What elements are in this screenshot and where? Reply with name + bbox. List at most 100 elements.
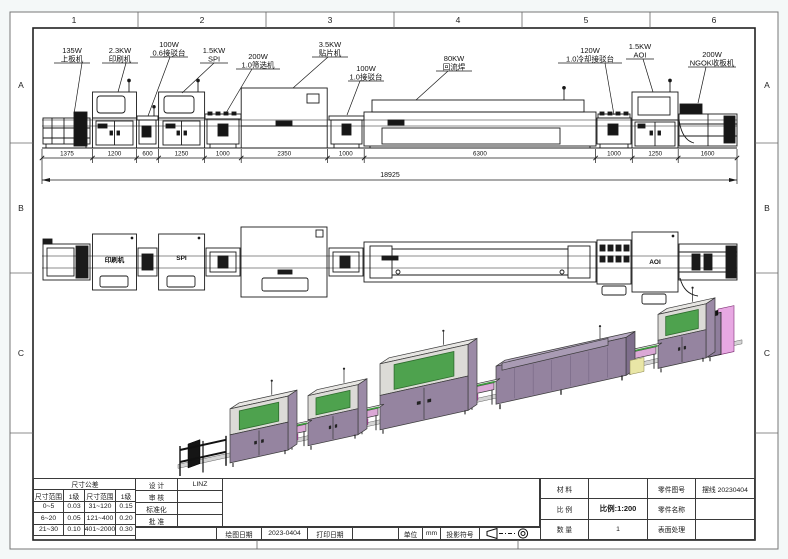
grid-row-a-left: A: [10, 78, 32, 92]
svg-text:18925: 18925: [380, 172, 400, 179]
grid-row-b-right: B: [756, 201, 778, 215]
projection-label: 投影符号: [441, 528, 479, 539]
conveyor-cooling: [597, 112, 631, 148]
drawing-sheet: 1 2 3 4 5 6 A B C A B C: [0, 0, 788, 559]
svg-text:贴片机: 贴片机: [319, 48, 342, 58]
plan-conveyor-1: [138, 248, 157, 276]
surface-label: 表面处理: [648, 520, 695, 539]
qty-value: 1: [589, 520, 647, 539]
plan-label-spi: SPI: [176, 255, 187, 262]
print-date-label: 打印日期: [308, 528, 352, 539]
machine-loader: [43, 112, 90, 148]
grid-row-c-left: C: [10, 346, 32, 360]
svg-text:1000: 1000: [339, 151, 353, 158]
design-value: LINZ: [178, 479, 222, 490]
grid-col-2: 2: [182, 13, 222, 27]
svg-text:1.0接驳台: 1.0接驳台: [350, 72, 383, 82]
grid-col-3: 3: [310, 13, 350, 27]
svg-text:1250: 1250: [175, 151, 189, 158]
unit-value: mm: [423, 528, 440, 539]
approve-value: [178, 515, 222, 526]
machine-unloader: [679, 104, 737, 146]
remark-box: [222, 478, 540, 527]
label-screening: 200W1.0筛选机: [242, 52, 275, 70]
tolerance-table: 尺寸公差 尺寸范围 1级 尺寸范围 1级 0~5 0.03 31~120 0.1…: [33, 478, 135, 536]
machine-printer: [93, 79, 137, 148]
svg-text:回流焊: 回流焊: [443, 62, 466, 72]
print-date-value: [353, 528, 398, 539]
standard-value: [178, 503, 222, 514]
machine-aoi: [632, 79, 678, 148]
svg-text:1000: 1000: [607, 151, 621, 158]
grid-row-c-right: C: [756, 346, 778, 360]
grid-col-4: 4: [438, 13, 478, 27]
svg-text:1375: 1375: [60, 151, 74, 158]
machine-mounter: [241, 88, 327, 148]
label-unloader: 200WNGOK收板机: [690, 50, 735, 68]
plan-reflow: [364, 242, 596, 282]
svg-text:上板机: 上板机: [61, 54, 84, 64]
label-reflow: 80KW回流焊: [443, 54, 466, 72]
plan-loader: [43, 239, 90, 280]
grid-col-1: 1: [54, 13, 94, 27]
label-aoi: 1.5KWAOI: [629, 42, 652, 60]
plan-spi: [159, 234, 205, 290]
plan-label-printer: 印刷机: [105, 255, 125, 264]
material-value: [589, 479, 647, 498]
plan-conveyor-3: [329, 248, 363, 276]
svg-text:1200: 1200: [108, 151, 122, 158]
plan-label-aoi: AOI: [649, 259, 661, 266]
conveyor-0-6: [137, 106, 158, 145]
svg-text:SPI: SPI: [208, 55, 220, 64]
label-printer: 2.3KW印刷机: [109, 46, 132, 64]
part-info-block: 材 料 零件图号 摆线 20230404 比 例 比例:1:200 零件名称 数…: [540, 478, 755, 540]
svg-text:1600: 1600: [701, 151, 715, 158]
part-no-value: 摆线 20230404: [696, 479, 754, 498]
machine-screening: [205, 112, 241, 148]
label-loader: 135W上板机: [61, 46, 84, 64]
label-mounter: 3.5KW贴片机: [319, 40, 342, 58]
signature-block: 设 计 LINZ 审 核 标准化 批 准: [135, 478, 222, 527]
label-cooling: 120W1.0冷却接驳台: [566, 46, 614, 64]
part-no-label: 零件图号: [648, 479, 695, 498]
svg-text:1250: 1250: [648, 151, 662, 158]
check-value: [178, 491, 222, 502]
plan-conveyor-2: [206, 248, 240, 276]
plan-unloader: [679, 244, 737, 296]
machine-reflow-oven: [364, 86, 596, 148]
unit-label: 单位: [399, 528, 422, 539]
label-spi: 1.5KWSPI: [203, 46, 226, 64]
scale-value: 比例:1:200: [589, 499, 647, 518]
grid-col-5: 5: [566, 13, 606, 27]
draw-date-value: 2023-0404: [262, 528, 307, 539]
equipment-labels: 135W上板机 2.3KW印刷机 100W0.6接驳台 1.5KWSPI 200…: [54, 40, 736, 116]
label-conveyor-0-6: 100W0.6接驳台: [153, 40, 186, 58]
svg-text:0.6接驳台: 0.6接驳台: [153, 48, 186, 58]
machine-spi: [159, 79, 205, 148]
design-label: 设 计: [136, 479, 177, 490]
svg-text:1.0筛选机: 1.0筛选机: [242, 60, 275, 70]
plan-cooling: [597, 240, 631, 295]
tolerance-title: 尺寸公差: [34, 479, 136, 489]
material-label: 材 料: [541, 479, 588, 498]
label-conveyor-1-0: 100W1.0接驳台: [350, 64, 383, 82]
svg-text:1000: 1000: [216, 151, 230, 158]
grid-row-a-right: A: [756, 78, 778, 92]
svg-text:2350: 2350: [277, 151, 291, 158]
part-name-label: 零件名称: [648, 499, 695, 518]
svg-text:印刷机: 印刷机: [109, 54, 132, 64]
svg-text:600: 600: [142, 151, 153, 158]
projection-symbol-icon: [480, 528, 541, 539]
part-name-value: [696, 499, 754, 518]
qty-label: 数 量: [541, 520, 588, 539]
grid-col-6: 6: [694, 13, 734, 27]
elevation-view: 135W上板机 2.3KW印刷机 100W0.6接驳台 1.5KWSPI 200…: [30, 36, 752, 206]
draw-date-label: 绘图日期: [217, 528, 261, 539]
isometric-view: [30, 294, 752, 478]
conveyor-1-0: [329, 116, 364, 148]
grid-row-b-left: B: [10, 201, 32, 215]
standard-label: 标准化: [136, 503, 177, 514]
svg-text:NGOK收板机: NGOK收板机: [690, 58, 735, 68]
plan-mounter: [241, 227, 327, 297]
surface-value: [696, 520, 754, 539]
